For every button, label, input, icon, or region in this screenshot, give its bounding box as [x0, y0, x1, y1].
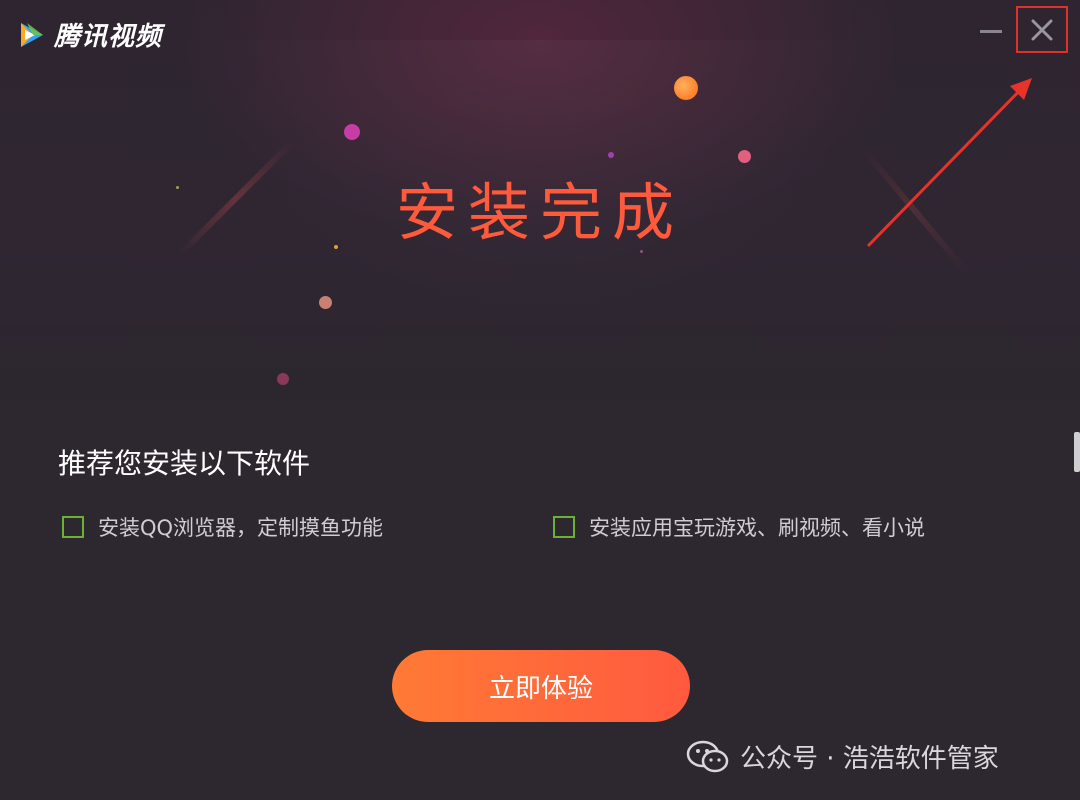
try-now-button[interactable]: 立即体验: [392, 650, 690, 722]
option-app-store[interactable]: 安装应用宝玩游戏、刷视频、看小说: [553, 512, 925, 542]
watermark-text: 公众号 · 浩浩软件管家: [740, 744, 999, 774]
recommend-title: 推荐您安装以下软件: [58, 447, 311, 480]
decor-dot: [319, 296, 332, 309]
decor-dot: [608, 152, 614, 158]
minimize-button[interactable]: [978, 18, 1004, 44]
title-bar: 腾讯视频: [0, 0, 1080, 62]
app-logo: 腾讯视频: [16, 16, 162, 53]
installer-window: 安装完成 腾讯视频 推荐您安装以下软件 安装QQ浏览器，定制摸鱼功能 安装应用宝…: [0, 0, 1080, 800]
watermark: 公众号 · 浩浩软件管家: [686, 738, 999, 775]
option-qq-browser[interactable]: 安装QQ浏览器，定制摸鱼功能: [62, 512, 383, 542]
decor-dot: [344, 124, 360, 140]
checkbox-app-store[interactable]: [553, 516, 575, 538]
annotation-arrow: [866, 78, 1032, 248]
close-button[interactable]: [1016, 6, 1068, 53]
wechat-icon: [686, 740, 729, 772]
scrollbar-thumb[interactable]: [1074, 432, 1080, 472]
app-name: 腾讯视频: [54, 22, 163, 52]
minimize-icon: [980, 30, 1002, 33]
option-app-store-label: 安装应用宝玩游戏、刷视频、看小说: [589, 516, 925, 540]
decor-dot: [277, 373, 289, 385]
close-icon: [1031, 19, 1053, 41]
tencent-video-play-icon: [21, 22, 43, 47]
checkbox-qq-browser[interactable]: [62, 516, 84, 538]
option-qq-browser-label: 安装QQ浏览器，定制摸鱼功能: [98, 516, 384, 540]
decor-dot: [674, 76, 698, 100]
